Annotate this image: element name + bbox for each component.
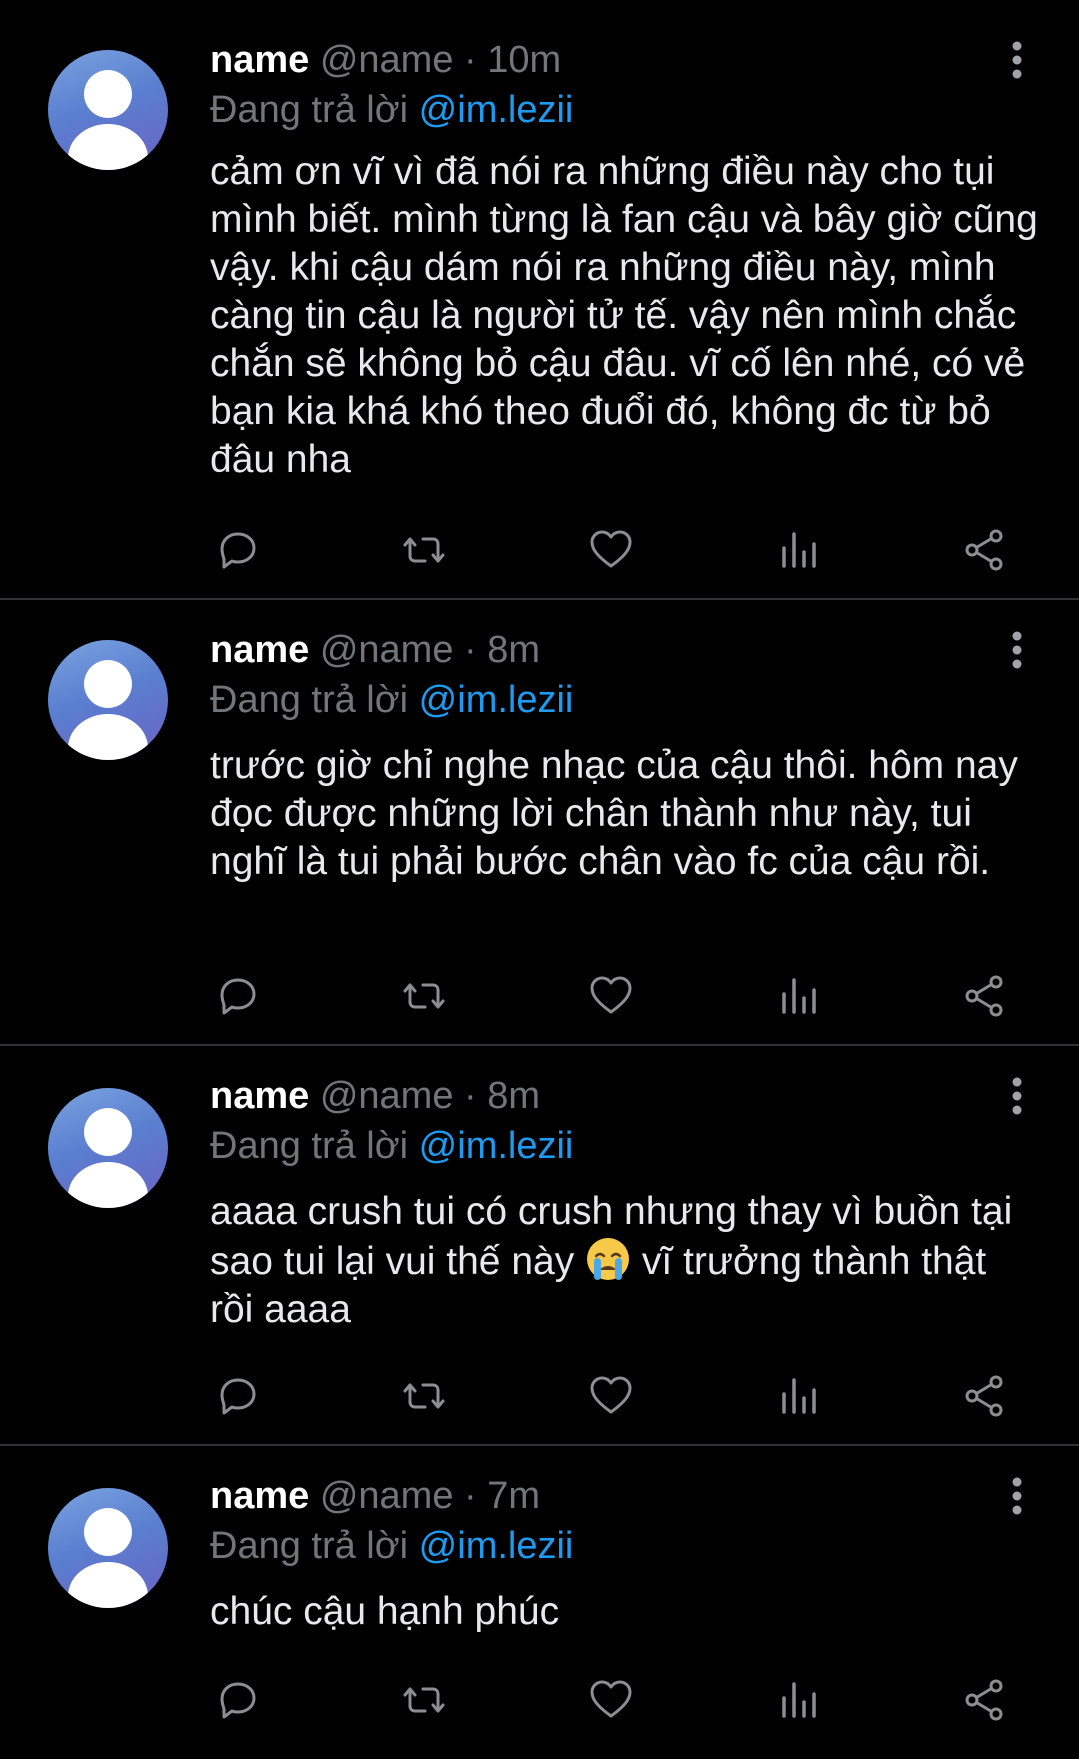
default-avatar-icon: [68, 1508, 148, 1608]
display-name[interactable]: name: [210, 39, 309, 81]
tweet-text: chúc cậu hạnh phúc: [210, 1590, 560, 1633]
tweet-text: aaaa crush tui có crush nhưng thay vì bu…: [210, 1188, 1039, 1334]
default-avatar-icon: [68, 1108, 148, 1208]
reply-tweet[interactable]: name @name · 10m Đang trả lời @im.lezii …: [0, 0, 1079, 600]
display-name[interactable]: name: [210, 629, 309, 671]
share-icon[interactable]: [956, 968, 1012, 1024]
reply-tweet[interactable]: name @name · 8m Đang trả lời @im.lezii t…: [0, 600, 1079, 1046]
tweet-actions: [210, 1368, 1010, 1424]
timestamp[interactable]: 8m: [487, 1075, 540, 1117]
share-icon[interactable]: [956, 1672, 1012, 1728]
analytics-icon[interactable]: [770, 1368, 826, 1424]
reply-icon[interactable]: [210, 1672, 266, 1728]
more-vertical-icon[interactable]: [1005, 40, 1029, 80]
user-handle[interactable]: @name: [320, 629, 454, 671]
replying-to-mention[interactable]: @im.lezii: [419, 1125, 574, 1167]
separator-dot: ·: [464, 1475, 477, 1517]
heart-icon[interactable]: [583, 522, 639, 578]
replying-to-label: Đang trả lời: [210, 1525, 409, 1567]
tweet-header: name @name · 7m: [210, 1470, 540, 1522]
reply-tweet[interactable]: name @name · 8m Đang trả lời @im.lezii a…: [0, 1046, 1079, 1446]
more-vertical-icon[interactable]: [1005, 1476, 1029, 1516]
retweet-icon[interactable]: [396, 522, 452, 578]
more-vertical-icon[interactable]: [1005, 630, 1029, 670]
share-icon[interactable]: [956, 1368, 1012, 1424]
replying-to-mention[interactable]: @im.lezii: [419, 679, 574, 721]
retweet-icon[interactable]: [396, 1672, 452, 1728]
user-handle[interactable]: @name: [320, 1075, 454, 1117]
timestamp[interactable]: 8m: [487, 629, 540, 671]
more-vertical-icon[interactable]: [1005, 1076, 1029, 1116]
analytics-icon[interactable]: [770, 522, 826, 578]
separator-dot: ·: [464, 1075, 477, 1117]
heart-icon[interactable]: [583, 1368, 639, 1424]
tweet-header: name @name · 8m: [210, 1070, 540, 1122]
avatar[interactable]: [48, 1488, 168, 1608]
avatar[interactable]: [48, 640, 168, 760]
avatar[interactable]: [48, 50, 168, 170]
tweet-header: name @name · 10m: [210, 34, 561, 86]
tweet-actions: [210, 522, 1010, 578]
default-avatar-icon: [68, 70, 148, 170]
replying-to: Đang trả lời @im.lezii: [210, 1520, 573, 1572]
display-name[interactable]: name: [210, 1475, 309, 1517]
heart-icon[interactable]: [583, 968, 639, 1024]
replying-to-mention[interactable]: @im.lezii: [419, 89, 574, 131]
timestamp[interactable]: 10m: [487, 39, 561, 81]
replying-to: Đang trả lời @im.lezii: [210, 1120, 573, 1172]
user-handle[interactable]: @name: [320, 39, 454, 81]
separator-dot: ·: [464, 629, 477, 671]
default-avatar-icon: [68, 660, 148, 760]
tweet-text: cảm ơn vĩ vì đã nói ra những điều này ch…: [210, 150, 1049, 481]
analytics-icon[interactable]: [770, 1672, 826, 1728]
replying-to: Đang trả lời @im.lezii: [210, 674, 573, 726]
heart-icon[interactable]: [583, 1672, 639, 1728]
tweet-actions: [210, 1672, 1010, 1728]
replying-to-mention[interactable]: @im.lezii: [419, 1525, 574, 1567]
avatar[interactable]: [48, 1088, 168, 1208]
replying-to-label: Đang trả lời: [210, 1125, 409, 1167]
loudly-crying-face-emoji: [587, 1238, 630, 1280]
retweet-icon[interactable]: [396, 968, 452, 1024]
reply-icon[interactable]: [210, 522, 266, 578]
retweet-icon[interactable]: [396, 1368, 452, 1424]
reply-feed: name @name · 10m Đang trả lời @im.lezii …: [0, 0, 1079, 1759]
tweet-actions: [210, 968, 1010, 1024]
share-icon[interactable]: [956, 522, 1012, 578]
display-name[interactable]: name: [210, 1075, 309, 1117]
analytics-icon[interactable]: [770, 968, 826, 1024]
tweet-header: name @name · 8m: [210, 624, 540, 676]
tweet-text: trước giờ chỉ nghe nhạc của cậu thôi. hô…: [210, 744, 1029, 883]
reply-icon[interactable]: [210, 1368, 266, 1424]
replying-to-label: Đang trả lời: [210, 679, 409, 721]
user-handle[interactable]: @name: [320, 1475, 454, 1517]
timestamp[interactable]: 7m: [487, 1475, 540, 1517]
separator-dot: ·: [464, 39, 477, 81]
replying-to-label: Đang trả lời: [210, 89, 409, 131]
replying-to: Đang trả lời @im.lezii: [210, 84, 573, 136]
reply-icon[interactable]: [210, 968, 266, 1024]
reply-tweet[interactable]: name @name · 7m Đang trả lời @im.lezii c…: [0, 1446, 1079, 1759]
